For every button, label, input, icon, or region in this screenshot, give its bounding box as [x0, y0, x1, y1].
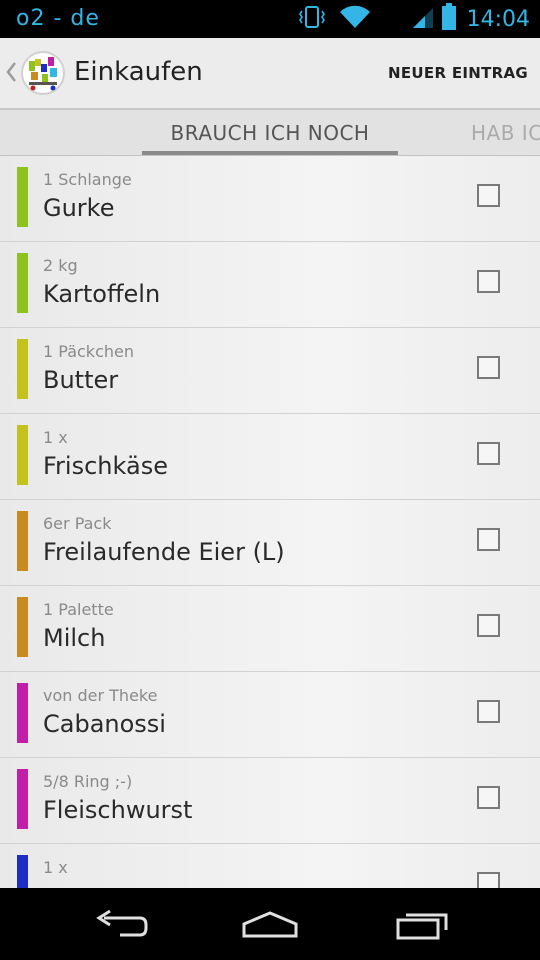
category-color-bar — [17, 253, 28, 313]
wifi-icon — [339, 4, 371, 34]
item-checkbox[interactable] — [477, 700, 500, 723]
list-item[interactable]: 1 Palette Milch — [0, 586, 540, 672]
category-color-bar — [17, 683, 28, 743]
list-item[interactable]: 1 Schlange Gurke — [0, 156, 540, 242]
list-item[interactable]: 5/8 Ring ;-) Fleischwurst — [0, 758, 540, 844]
item-name: Frischkäse — [43, 452, 168, 480]
app-title: Einkaufen — [74, 57, 203, 87]
list-item[interactable]: von der Theke Cabanossi — [0, 672, 540, 758]
category-color-bar — [17, 511, 28, 571]
item-name: Gurke — [43, 194, 115, 222]
item-checkbox[interactable] — [477, 270, 500, 293]
new-entry-button[interactable]: NEUER EINTRAG — [388, 64, 528, 82]
item-quantity: 2 kg — [43, 256, 78, 275]
item-checkbox[interactable] — [477, 356, 500, 379]
item-checkbox[interactable] — [477, 614, 500, 637]
tab-brauch-ich-noch[interactable]: BRAUCH ICH NOCH — [142, 110, 398, 155]
list-item[interactable]: 1 x Frischkäse — [0, 414, 540, 500]
tab-indicator — [142, 151, 398, 155]
item-checkbox[interactable] — [477, 872, 500, 888]
category-color-bar — [17, 855, 28, 888]
action-bar: Einkaufen NEUER EINTRAG — [0, 38, 540, 110]
item-quantity: 1 Palette — [43, 600, 114, 619]
item-quantity: von der Theke — [43, 686, 158, 705]
app-logo-icon[interactable] — [20, 50, 66, 96]
up-chevron-icon[interactable] — [4, 60, 18, 84]
category-color-bar — [17, 769, 28, 829]
home-icon[interactable] — [240, 908, 300, 942]
category-color-bar — [17, 167, 28, 227]
item-name: Milch — [43, 624, 106, 652]
tab-strip: BRAUCH ICH NOCH HAB IC — [0, 110, 540, 156]
list-item[interactable]: 1 Päckchen Butter — [0, 328, 540, 414]
item-name: Cabanossi — [43, 710, 166, 738]
item-name: Butter — [43, 366, 119, 394]
clock: 14:04 — [466, 6, 530, 32]
list-item[interactable]: 6er Pack Freilaufende Eier (L) — [0, 500, 540, 586]
item-checkbox[interactable] — [477, 786, 500, 809]
item-quantity: 5/8 Ring ;-) — [43, 772, 133, 791]
item-checkbox[interactable] — [477, 184, 500, 207]
battery-icon — [441, 3, 457, 35]
item-quantity: 1 x — [43, 428, 68, 447]
category-color-bar — [17, 339, 28, 399]
item-quantity: 6er Pack — [43, 514, 112, 533]
item-quantity: 1 x — [43, 858, 68, 877]
status-icons: 14:04 — [285, 3, 530, 35]
recents-icon[interactable] — [394, 908, 454, 942]
list-item[interactable]: 1 x — [0, 844, 540, 888]
back-icon[interactable] — [90, 908, 150, 942]
carrier-label: o2 - de — [16, 6, 100, 31]
category-color-bar — [17, 425, 28, 485]
signal-icon — [411, 4, 435, 34]
list-item[interactable]: 2 kg Kartoffeln — [0, 242, 540, 328]
item-quantity: 1 Schlange — [43, 170, 132, 189]
shopping-list[interactable]: 1 Schlange Gurke 2 kg Kartoffeln 1 Päckchen B… — [0, 156, 540, 888]
tab-hab-ich[interactable]: HAB IC — [471, 110, 540, 155]
item-quantity: 1 Päckchen — [43, 342, 134, 361]
item-checkbox[interactable] — [477, 442, 500, 465]
category-color-bar — [17, 597, 28, 657]
item-checkbox[interactable] — [477, 528, 500, 551]
status-bar: o2 - de 14:04 — [0, 0, 540, 38]
vibrate-icon — [297, 5, 327, 33]
navigation-bar — [0, 888, 540, 960]
item-name: Freilaufende Eier (L) — [43, 538, 285, 566]
item-name: Kartoffeln — [43, 280, 161, 308]
item-name: Fleischwurst — [43, 796, 193, 824]
